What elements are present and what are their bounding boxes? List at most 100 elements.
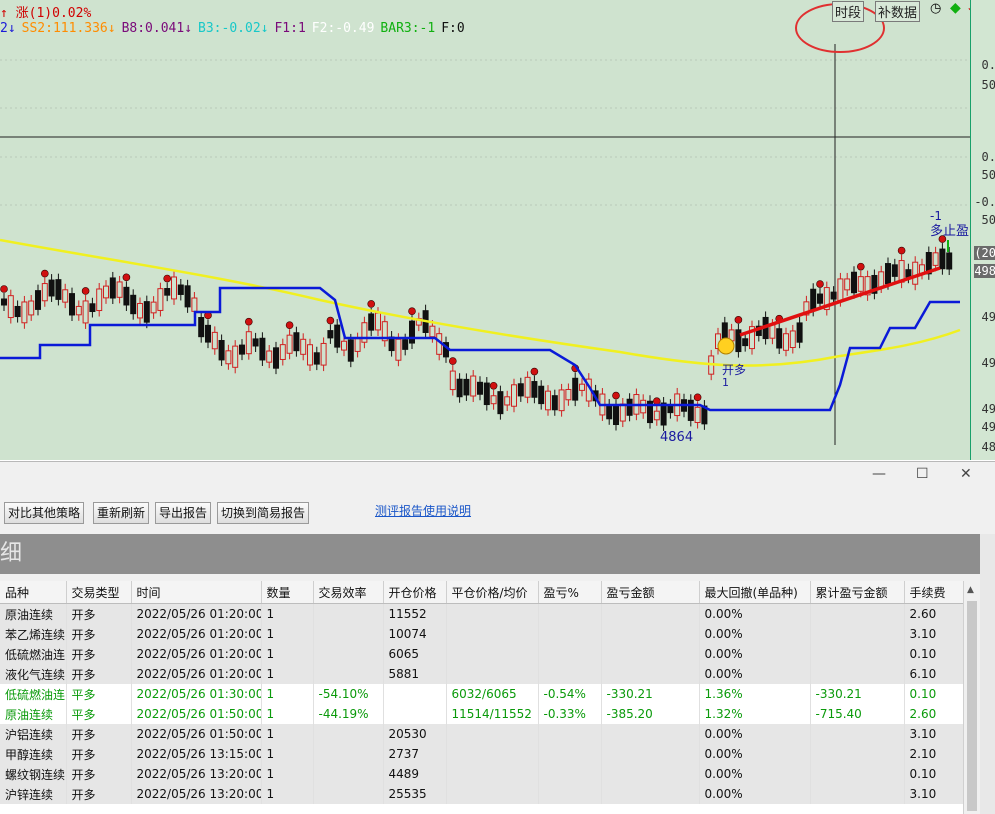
- column-header[interactable]: 品种: [0, 581, 67, 604]
- table-row[interactable]: 原油连续 开多 2022/05/26 01:20:00 1 11552 0.00% 2.60: [0, 603, 963, 624]
- indicator-1: SS2:111.336↓: [21, 21, 116, 36]
- signal-dot: [326, 316, 335, 325]
- table-cell: [810, 624, 905, 644]
- column-header[interactable]: 开仓价格: [383, 581, 447, 604]
- indicator-7: F:0: [441, 21, 465, 36]
- table-cell: 0.00%: [699, 644, 811, 664]
- axis-label: -0.: [974, 195, 995, 209]
- table-cell: [313, 724, 384, 744]
- table-row[interactable]: 液化气连续 开多 2022/05/26 01:20:00 1 5881 0.00% 6.10: [0, 664, 963, 684]
- table-row[interactable]: 螺纹钢连续 开多 2022/05/26 13:20:00 1 4489 0.00% 0.10: [0, 764, 963, 784]
- table-cell: 0.00%: [699, 724, 811, 744]
- table-cell: 2022/05/26 13:20:00: [131, 784, 262, 804]
- table-cell: [538, 664, 602, 684]
- table-cell: 5881: [383, 664, 447, 684]
- maximize-button[interactable]: ☐: [916, 466, 929, 482]
- column-header[interactable]: 累计盈亏金额: [810, 581, 905, 604]
- candle-body: [483, 382, 490, 406]
- scroll-up-icon[interactable]: ▲: [967, 585, 974, 595]
- candle-body: [225, 350, 232, 365]
- table-cell: [810, 764, 905, 784]
- refresh-button[interactable]: 重新刷新: [93, 502, 150, 524]
- axis-label: 48: [981, 440, 995, 454]
- column-header[interactable]: 盈亏%: [538, 581, 602, 604]
- table-cell: -330.21: [601, 684, 700, 704]
- candle-body: [300, 338, 307, 355]
- column-header[interactable]: 盈亏金额: [601, 581, 700, 604]
- table-row[interactable]: 沪锌连续 开多 2022/05/26 13:20:00 1 25535 0.00% 3.10: [0, 784, 963, 804]
- candle-body: [524, 376, 531, 398]
- column-header[interactable]: 手续费: [904, 581, 963, 604]
- candle-body: [504, 396, 511, 406]
- table-row[interactable]: 低硫燃油连...平多2022/05/26 01:30:001-54.10% 603…: [0, 684, 963, 704]
- table-cell: 2022/05/26 13:15:00: [131, 744, 262, 764]
- column-header[interactable]: 平仓价格/均价: [446, 581, 539, 604]
- kline-chart[interactable]: 4864 开多 1 -1 多止盈 ↑ 涨(1)0.02% 2↓ SS2:111.336↓ B…: [0, 0, 995, 460]
- trade-table: 品种 交易类型 时间 数量 交易效率 开仓价格 平仓价格/均价 盈亏% 盈亏金额 最大回撤(单品种…: [0, 581, 963, 814]
- axis-label: 0.: [981, 58, 995, 72]
- close-button[interactable]: ✕: [960, 466, 972, 482]
- table-cell: [446, 784, 539, 804]
- fill-data-button[interactable]: 补数据: [875, 1, 921, 22]
- candle-body: [96, 288, 103, 312]
- candle-body: [946, 252, 953, 270]
- clock-icon[interactable]: ◷: [930, 1, 941, 16]
- candle-body: [878, 271, 885, 288]
- candle-body: [449, 370, 456, 391]
- candle-body: [844, 278, 851, 291]
- candle-body: [735, 329, 742, 353]
- candle-body: [830, 291, 837, 300]
- table-cell: [446, 603, 539, 624]
- table-cell: 低硫燃油连...: [0, 644, 67, 664]
- candle-body: [891, 264, 898, 277]
- chart-canvas[interactable]: 4864 开多1 -1多止盈: [0, 0, 970, 460]
- candle-body: [851, 271, 857, 294]
- axis-label: (20: [974, 246, 995, 260]
- minimize-button[interactable]: —: [872, 466, 886, 482]
- table-cell: 20530: [383, 724, 447, 744]
- table-row[interactable]: 甲醇连续 开多 2022/05/26 13:15:00 1 2737 0.00% 2.10: [0, 744, 963, 764]
- table-cell: [446, 764, 539, 784]
- diamond-icon[interactable]: ◆: [950, 0, 961, 16]
- compare-strategy-button[interactable]: 对比其他策略: [4, 502, 85, 524]
- candle-body: [789, 330, 796, 349]
- column-header[interactable]: 最大回撤(单品种): [699, 581, 811, 604]
- candle-body: [293, 332, 300, 352]
- table-cell: 1: [261, 624, 314, 644]
- table-cell: 1: [261, 764, 314, 784]
- candle-body: [218, 340, 225, 361]
- axis-label: 498: [974, 264, 995, 278]
- table-cell: 开多: [66, 744, 132, 764]
- candle-body: [429, 325, 436, 338]
- axis-label: 50: [981, 168, 995, 182]
- help-link[interactable]: 测评报告使用说明: [375, 502, 471, 519]
- column-header[interactable]: 数量: [261, 581, 314, 604]
- switch-simple-report-button[interactable]: 切换到简易报告: [217, 502, 310, 524]
- table-cell: [538, 784, 602, 804]
- table-row[interactable]: 低硫燃油连...开多2022/05/26 01:20:001 6065 0.00% 0…: [0, 644, 963, 664]
- candle-body: [28, 300, 35, 316]
- candle-body: [82, 300, 89, 324]
- candle-body: [7, 295, 14, 319]
- table-cell: 0.00%: [699, 624, 811, 644]
- axis-label: 49: [981, 420, 995, 434]
- table-cell: 11514/11552: [446, 704, 539, 724]
- export-report-button[interactable]: 导出报告: [155, 502, 212, 524]
- table-cell: 苯乙烯连续: [0, 624, 67, 644]
- candle-body: [572, 377, 579, 401]
- table-cell: 0.10: [904, 644, 963, 664]
- table-cell: -330.21: [810, 684, 905, 704]
- vertical-scrollbar[interactable]: ▲: [963, 581, 981, 814]
- table-row[interactable]: 沪铝连续 开多 2022/05/26 01:50:00 1 20530 0.00% 3.10: [0, 724, 963, 744]
- table-row[interactable]: 苯乙烯连续 开多 2022/05/26 01:20:00 1 10074 0.00% 3.1…: [0, 624, 963, 644]
- candle-body: [837, 278, 844, 302]
- column-header[interactable]: 交易效率: [313, 581, 384, 604]
- period-button[interactable]: 时段: [832, 1, 865, 22]
- report-panel: — ☐ ✕ 对比其他策略 重新刷新 导出报告 切换到简易报告 测评报告使用说明 …: [0, 461, 995, 814]
- table-row[interactable]: 原油连续 平多 2022/05/26 01:50:00 1 -44.19% 11514/1…: [0, 704, 963, 724]
- scrollbar-thumb[interactable]: [967, 601, 977, 811]
- column-header[interactable]: 交易类型: [66, 581, 132, 604]
- candle-body: [640, 399, 647, 414]
- table-cell: 11552: [383, 603, 447, 624]
- column-header[interactable]: 时间: [131, 581, 262, 604]
